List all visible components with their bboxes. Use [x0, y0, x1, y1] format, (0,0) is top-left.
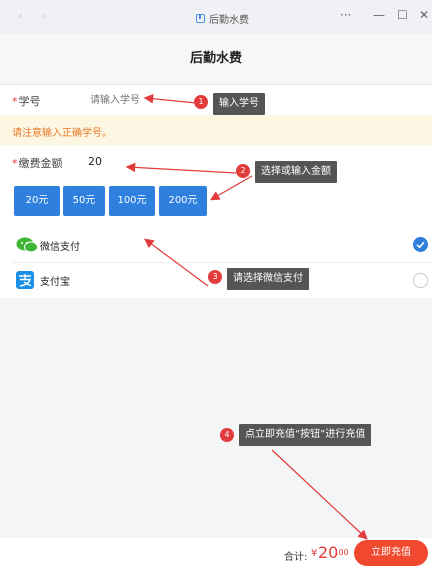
wechat-label: 微信支付	[40, 242, 80, 253]
annotation-badge-2: 2	[236, 164, 250, 178]
alipay-icon	[16, 271, 34, 289]
amount-option-100[interactable]: 100元	[109, 186, 155, 216]
payment-method-wechat[interactable]: 微信支付	[0, 228, 432, 262]
page-title: 后勤水费	[0, 34, 432, 85]
window-title-text: 后勤水费	[209, 15, 249, 26]
amount-input[interactable]: 20	[88, 155, 102, 168]
total-amount-decimal: .00	[336, 548, 349, 557]
window-titlebar: ‹ › 后勤水费 ··· — ☐ ✕	[0, 0, 432, 34]
amount-option-20[interactable]: 20元	[14, 186, 60, 216]
total-currency: ¥	[311, 548, 318, 559]
annotation-badge-3: 3	[208, 270, 222, 284]
student-id-warning: 请注意输入正确学号。	[0, 115, 432, 145]
annotation-callout-3: 请选择微信支付	[227, 268, 309, 290]
amount-option-200[interactable]: 200元	[159, 186, 207, 216]
annotation-callout-4: 点立即充值“按钮”进行充值	[239, 424, 372, 446]
alipay-label: 支付宝	[40, 277, 70, 288]
student-id-label-text: 学号	[18, 95, 41, 108]
maximize-icon[interactable]: ☐	[397, 8, 408, 22]
content-background	[0, 298, 432, 538]
amount-label: *缴费金额	[12, 155, 63, 171]
amount-label-text: 缴费金额	[18, 157, 63, 170]
radio-checked-icon[interactable]	[413, 237, 428, 252]
required-mark: *	[12, 95, 18, 108]
back-arrow-icon[interactable]: ‹	[18, 9, 23, 24]
radio-unchecked-icon[interactable]	[413, 273, 428, 288]
amount-option-50[interactable]: 50元	[63, 186, 105, 216]
app-window: ‹ › 后勤水费 ··· — ☐ ✕ 后勤水费 *学号 请注意输入正确学号。 *…	[0, 0, 432, 568]
wechat-icon	[16, 237, 38, 253]
warning-text: 请注意输入正确学号。	[12, 128, 112, 139]
close-icon[interactable]: ✕	[419, 8, 429, 22]
minimize-icon[interactable]: —	[373, 8, 385, 22]
required-mark: *	[12, 157, 18, 170]
annotation-badge-4: 4	[220, 428, 234, 442]
student-id-label: *学号	[12, 93, 41, 109]
forward-arrow-icon[interactable]: ›	[42, 9, 47, 24]
annotation-badge-1: 1	[194, 95, 208, 109]
amount-row: *缴费金额 20	[0, 145, 432, 181]
more-icon[interactable]: ···	[340, 8, 351, 22]
annotation-callout-2: 选择或输入金额	[255, 161, 337, 183]
annotation-callout-1: 输入学号	[213, 93, 265, 115]
recharge-button[interactable]: 立即充值	[354, 540, 428, 566]
window-title: 后勤水费	[196, 11, 249, 26]
page-favicon-icon	[196, 14, 205, 23]
total-label: 合计:	[284, 552, 308, 563]
